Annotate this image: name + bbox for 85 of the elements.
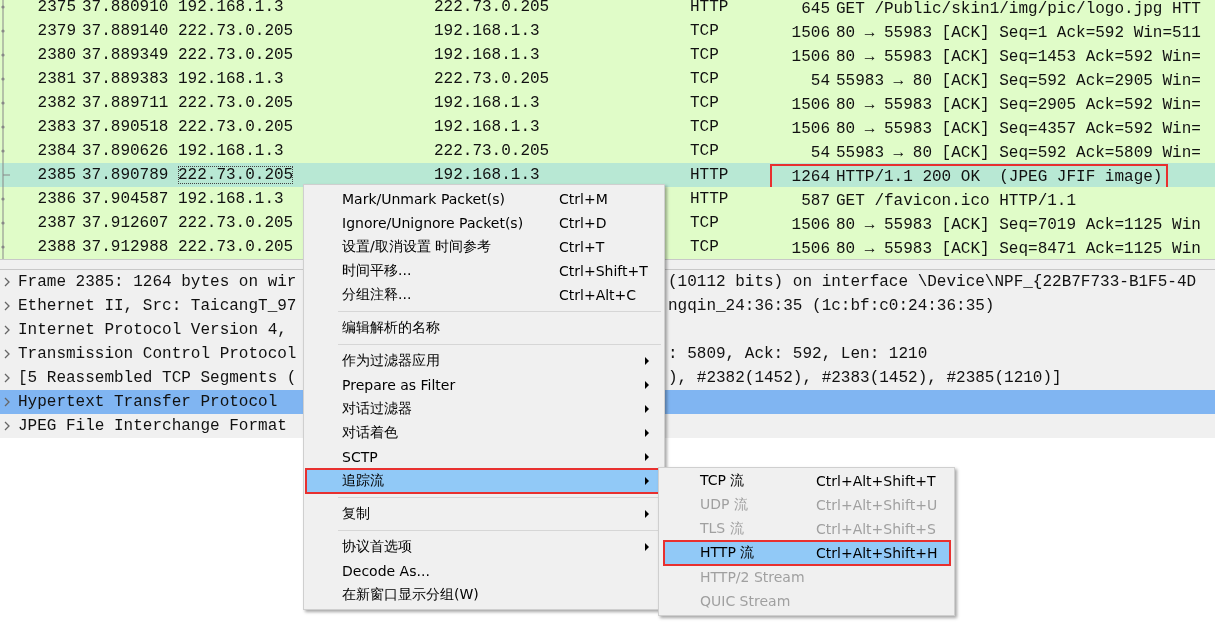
packet-destination: 222.73.0.205 — [434, 142, 550, 160]
packet-number: 2387 — [37, 213, 76, 234]
packet-number: 2386 — [37, 189, 76, 210]
packet-destination: 192.168.1.3 — [434, 118, 540, 136]
packet-length: 1506 — [790, 119, 830, 139]
packet-source: 222.73.0.205 — [178, 214, 294, 232]
packet-info: 55983 → 80 [ACK] Seq=592 Ack=2905 Win= — [835, 71, 1201, 91]
packet-time: 37.889349 — [82, 46, 169, 64]
packet-protocol: TCP — [690, 22, 719, 40]
detail-text: (10112 bits) on interface \Device\NPF_{22B7F733-B1F5-4D — [668, 273, 1197, 291]
packet-number: 2379 — [37, 21, 76, 42]
packet-info: GET /favicon.ico HTTP/1.1 — [835, 191, 1077, 211]
packet-destination: 192.168.1.3 — [434, 46, 540, 64]
detail-text: Transmission Control Protocol — [18, 344, 297, 365]
detail-text: Internet Protocol Version 4, — [18, 320, 287, 341]
packet-protocol: HTTP — [690, 190, 729, 208]
packet-time: 37.889711 — [82, 94, 169, 112]
packet-time: 37.889383 — [82, 70, 169, 88]
packet-length: 54 — [809, 143, 830, 163]
packet-length: 54 — [809, 71, 830, 91]
packet-number: 2375 — [37, 0, 76, 18]
packet-destination: 192.168.1.3 — [434, 22, 540, 40]
packet-source: 222.73.0.205 — [178, 22, 294, 40]
packet-source: 222.73.0.205 — [178, 118, 294, 136]
packet-info: 55983 → 80 [ACK] Seq=592 Ack=5809 Win= — [835, 143, 1201, 163]
packet-protocol: TCP — [690, 70, 719, 88]
detail-text: ), #2382(1452), #2383(1452), #2385(1210)] — [668, 369, 1062, 387]
packet-source: 222.73.0.205 — [178, 46, 294, 64]
packet-source: 222.73.0.205 — [178, 166, 294, 184]
packet-length: 1264 — [790, 167, 830, 187]
packet-number: 2381 — [37, 69, 76, 90]
packet-protocol: TCP — [690, 214, 719, 232]
packet-number: 2384 — [37, 141, 76, 162]
packet-source: 192.168.1.3 — [178, 190, 284, 208]
packet-length: 587 — [800, 191, 830, 211]
detail-text: JPEG File Interchange Format — [18, 416, 287, 437]
packet-source: 222.73.0.205 — [178, 94, 294, 112]
packet-number: 2388 — [37, 237, 76, 258]
packet-protocol: TCP — [690, 118, 719, 136]
packet-info: 80 → 55983 [ACK] Seq=4357 Ack=592 Win= — [835, 119, 1201, 139]
packet-info: 80 → 55983 [ACK] Seq=8471 Ack=1125 Win — [835, 239, 1201, 259]
packet-number: 2383 — [37, 117, 76, 138]
packet-protocol: HTTP — [690, 166, 729, 184]
packet-time: 37.889140 — [82, 22, 169, 40]
packet-protocol: TCP — [690, 46, 719, 64]
packet-time: 37.912607 — [82, 214, 169, 232]
packet-info: 80 → 55983 [ACK] Seq=1453 Ack=592 Win= — [835, 47, 1201, 67]
packet-number: 2382 — [37, 93, 76, 114]
packet-destination: 192.168.1.3 — [434, 166, 540, 184]
packet-length: 1506 — [790, 47, 830, 67]
detail-text: Hypertext Transfer Protocol — [18, 392, 278, 413]
detail-text: Ethernet II, Src: TaicangT_97 — [18, 296, 297, 317]
detail-text: Frame 2385: 1264 bytes on wir — [18, 272, 297, 293]
packet-time: 37.880910 — [82, 0, 169, 16]
packet-destination: 192.168.1.3 — [434, 94, 540, 112]
packet-source: 192.168.1.3 — [178, 70, 284, 88]
packet-info: 80 → 55983 [ACK] Seq=2905 Ack=592 Win= — [835, 95, 1201, 115]
packet-protocol: TCP — [690, 238, 719, 256]
packet-destination: 222.73.0.205 — [434, 70, 550, 88]
packet-destination: 222.73.0.205 — [434, 0, 550, 16]
packet-number: 2385 — [37, 165, 76, 186]
detail-text: [5 Reassembled TCP Segments ( — [18, 368, 297, 389]
packet-source: 192.168.1.3 — [178, 0, 284, 16]
packet-time: 37.890789 — [82, 166, 169, 184]
packet-time: 37.912988 — [82, 238, 169, 256]
packet-source: 222.73.0.205 — [178, 238, 294, 256]
packet-number: 2380 — [37, 45, 76, 66]
packet-info: 80 → 55983 [ACK] Seq=7019 Ack=1125 Win — [835, 215, 1201, 235]
detail-text: : 5809, Ack: 592, Len: 1210 — [668, 345, 928, 363]
packet-protocol: HTTP — [690, 0, 729, 16]
packet-length: 1506 — [790, 23, 830, 43]
packet-info: GET /Public/skin1/img/pic/logo.jpg HTT — [835, 0, 1201, 19]
packet-length: 1506 — [790, 95, 830, 115]
packet-length: 1506 — [790, 239, 830, 259]
packet-info: 80 → 55983 [ACK] Seq=1 Ack=592 Win=511 — [835, 23, 1201, 43]
packet-time: 37.890626 — [82, 142, 169, 160]
packet-info: HTTP/1.1 200 OK (JPEG JFIF image) — [835, 167, 1163, 187]
detail-text: ngqin_24:36:35 (1c:bf:c0:24:36:35) — [668, 297, 995, 315]
packet-source: 192.168.1.3 — [178, 142, 284, 160]
packet-length: 645 — [800, 0, 830, 19]
packet-protocol: TCP — [690, 94, 719, 112]
packet-protocol: TCP — [690, 142, 719, 160]
packet-length: 1506 — [790, 215, 830, 235]
packet-time: 37.890518 — [82, 118, 169, 136]
packet-time: 37.904587 — [82, 190, 169, 208]
